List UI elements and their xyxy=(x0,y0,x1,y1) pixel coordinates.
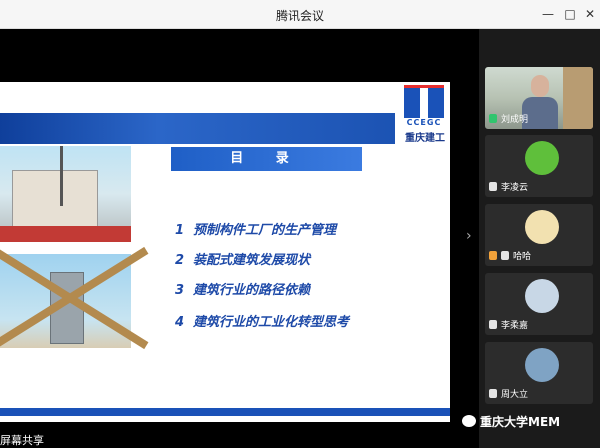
mic-muted-icon xyxy=(489,320,497,329)
mic-muted-icon xyxy=(489,389,497,398)
participant-tile-video[interactable]: 刘成明 xyxy=(485,67,593,129)
company-logo: CCEGC 重庆建工 xyxy=(400,85,448,144)
logo-name: 重庆建工 xyxy=(405,133,445,144)
toc-item: 4 建筑行业的工业化转型思考 xyxy=(175,315,350,330)
participant-tile[interactable]: 李凌云 xyxy=(485,135,593,197)
title-bar: 腾讯会议 — □ ✕ xyxy=(0,0,600,29)
construction-photo-2 xyxy=(0,246,149,350)
user-icon xyxy=(489,251,497,260)
mic-muted-icon xyxy=(501,251,509,260)
participant-tile[interactable]: 周大立 xyxy=(485,342,593,404)
collapse-panel-icon[interactable]: › xyxy=(466,228,472,244)
participant-name: 刘成明 xyxy=(489,112,528,125)
participant-name: 周大立 xyxy=(489,387,528,400)
minimize-icon[interactable]: — xyxy=(540,6,556,22)
participant-name: 哈哈 xyxy=(489,249,531,262)
screen-share-label: 屏幕共享 xyxy=(0,434,44,447)
construction-photo-1 xyxy=(0,146,131,242)
presentation-slide: CCEGC 重庆建工 目 录 1 预制构件工厂的生产管理 2 装配式建筑发展现状 3… xyxy=(0,82,450,422)
participant-tile[interactable]: 李柔嘉 xyxy=(485,273,593,335)
avatar xyxy=(525,210,559,244)
avatar xyxy=(525,141,559,175)
toc-item: 2 装配式建筑发展现状 xyxy=(175,253,311,268)
close-icon[interactable]: ✕ xyxy=(582,6,598,22)
mic-on-icon xyxy=(489,114,497,123)
window-title: 腾讯会议 xyxy=(275,9,324,23)
maximize-icon[interactable]: □ xyxy=(562,6,578,22)
slide-footer-bar xyxy=(0,408,450,416)
participant-name: 李柔嘉 xyxy=(489,318,528,331)
avatar xyxy=(525,348,559,382)
toc-item: 1 预制构件工厂的生产管理 xyxy=(175,223,337,238)
logo-text: CCEGC xyxy=(406,118,442,127)
avatar xyxy=(525,279,559,313)
wechat-icon xyxy=(462,415,476,427)
mic-muted-icon xyxy=(489,182,497,191)
menu-title: 目 录 xyxy=(171,147,362,171)
participant-name: 李凌云 xyxy=(489,180,528,193)
watermark: 重庆大学MEM xyxy=(462,413,560,429)
toc-item: 3 建筑行业的路径依赖 xyxy=(175,283,311,298)
participant-tile[interactable]: 哈哈 xyxy=(485,204,593,266)
logo-mark xyxy=(404,85,444,118)
participants-panel: 刘成明 李凌云 哈哈 李柔嘉 周大立 xyxy=(479,29,600,448)
shared-screen[interactable]: CCEGC 重庆建工 目 录 1 预制构件工厂的生产管理 2 装配式建筑发展现状 3… xyxy=(0,29,478,448)
slide-header-bar xyxy=(0,113,395,144)
